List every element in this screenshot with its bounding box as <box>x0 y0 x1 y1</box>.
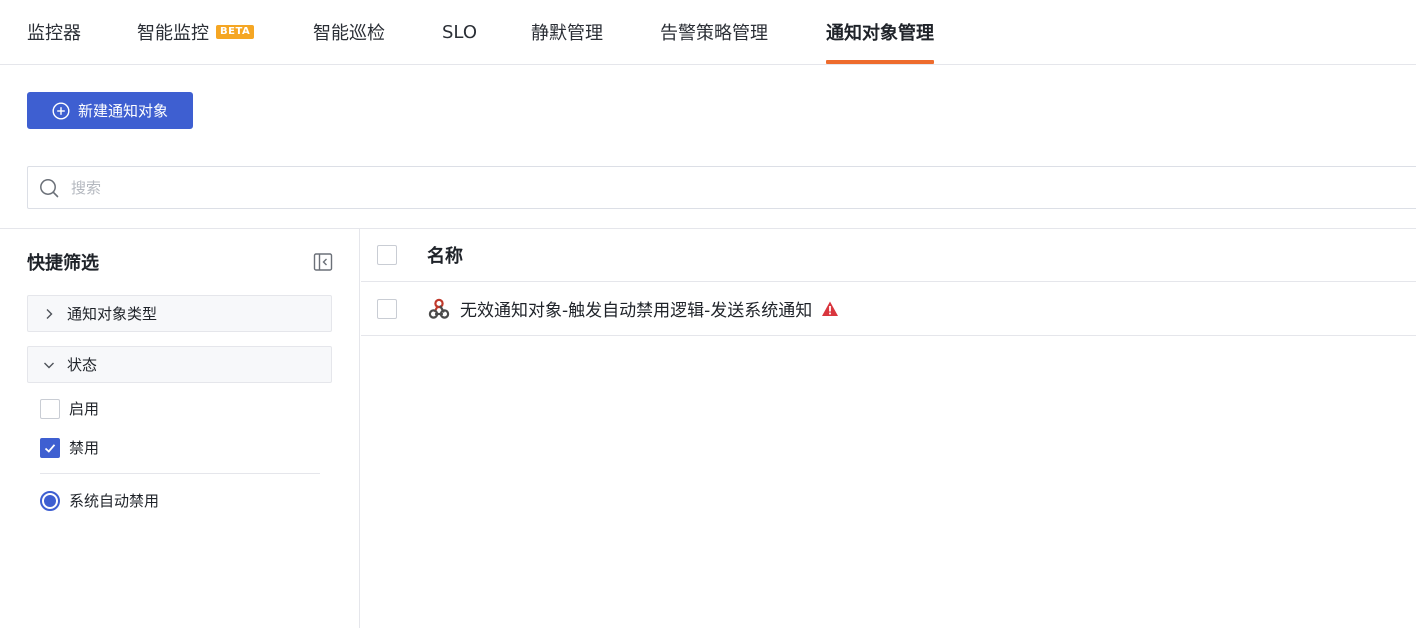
notification-target-table: 名称 无效通知对象-触发自动禁用逻辑-发送系统通知 <box>361 229 1416 628</box>
tab-smart-inspection[interactable]: 智能巡检 <box>313 0 385 64</box>
warning-icon <box>821 300 839 318</box>
tab-label: 智能巡检 <box>313 23 385 44</box>
table-row[interactable]: 无效通知对象-触发自动禁用逻辑-发送系统通知 <box>361 282 1416 336</box>
tab-label: 静默管理 <box>531 23 603 44</box>
column-header-name: 名称 <box>427 246 463 267</box>
tab-label: 智能监控 <box>137 23 209 44</box>
tab-mute-management[interactable]: 静默管理 <box>531 0 603 64</box>
checkbox[interactable] <box>40 398 60 419</box>
tab-smart-monitoring[interactable]: 智能监控 BETA <box>137 0 255 64</box>
collapse-panel-icon[interactable] <box>313 252 333 272</box>
filter-group-label: 状态 <box>67 356 98 374</box>
tab-label: 监控器 <box>27 23 81 44</box>
tab-bar: 监控器 智能监控 BETA 智能巡检 SLO 静默管理 告警策略管理 通知对象管… <box>0 0 1416 65</box>
chevron-down-icon <box>41 357 57 373</box>
checkbox-checked[interactable] <box>40 437 60 458</box>
status-sub-option-auto-disabled[interactable]: 系统自动禁用 <box>40 490 159 511</box>
search-icon <box>39 178 59 198</box>
webhook-icon <box>427 297 451 321</box>
option-label: 禁用 <box>69 439 100 457</box>
option-label: 启用 <box>69 400 100 418</box>
chevron-right-icon <box>41 306 57 322</box>
status-option-enabled[interactable]: 启用 <box>40 398 99 419</box>
checkmark-icon <box>44 443 56 453</box>
tab-notification-targets[interactable]: 通知对象管理 <box>826 0 934 64</box>
option-label: 系统自动禁用 <box>69 492 160 510</box>
status-option-disabled[interactable]: 禁用 <box>40 437 99 458</box>
create-button-label: 新建通知对象 <box>77 102 168 120</box>
select-all-checkbox[interactable] <box>377 245 397 265</box>
plus-circle-icon <box>52 101 70 120</box>
radio-selected[interactable] <box>40 490 60 511</box>
table-header: 名称 <box>361 229 1416 282</box>
row-checkbox[interactable] <box>377 298 397 319</box>
beta-badge: BETA <box>216 25 255 39</box>
filter-group-label: 通知对象类型 <box>67 305 158 323</box>
tab-monitors[interactable]: 监控器 <box>27 0 81 64</box>
name-cell: 无效通知对象-触发自动禁用逻辑-发送系统通知 <box>427 296 839 321</box>
quick-filter-sidebar: 快捷筛选 通知对象类型 状态 启用 禁用 系统自动禁用 <box>0 229 360 628</box>
tab-alert-policy[interactable]: 告警策略管理 <box>660 0 768 64</box>
search-box <box>27 166 1416 209</box>
create-notification-target-button[interactable]: 新建通知对象 <box>27 92 193 129</box>
row-name-text: 无效通知对象-触发自动禁用逻辑-发送系统通知 <box>460 301 813 321</box>
search-input[interactable] <box>71 178 1416 197</box>
tab-label: 通知对象管理 <box>826 23 934 44</box>
sidebar-title: 快捷筛选 <box>27 253 99 274</box>
filter-group-status[interactable]: 状态 <box>27 346 332 383</box>
tab-label: 告警策略管理 <box>660 23 768 44</box>
tab-label: SLO <box>442 21 477 43</box>
tab-slo[interactable]: SLO <box>442 0 477 64</box>
filter-group-target-type[interactable]: 通知对象类型 <box>27 295 332 332</box>
option-divider <box>40 473 320 474</box>
